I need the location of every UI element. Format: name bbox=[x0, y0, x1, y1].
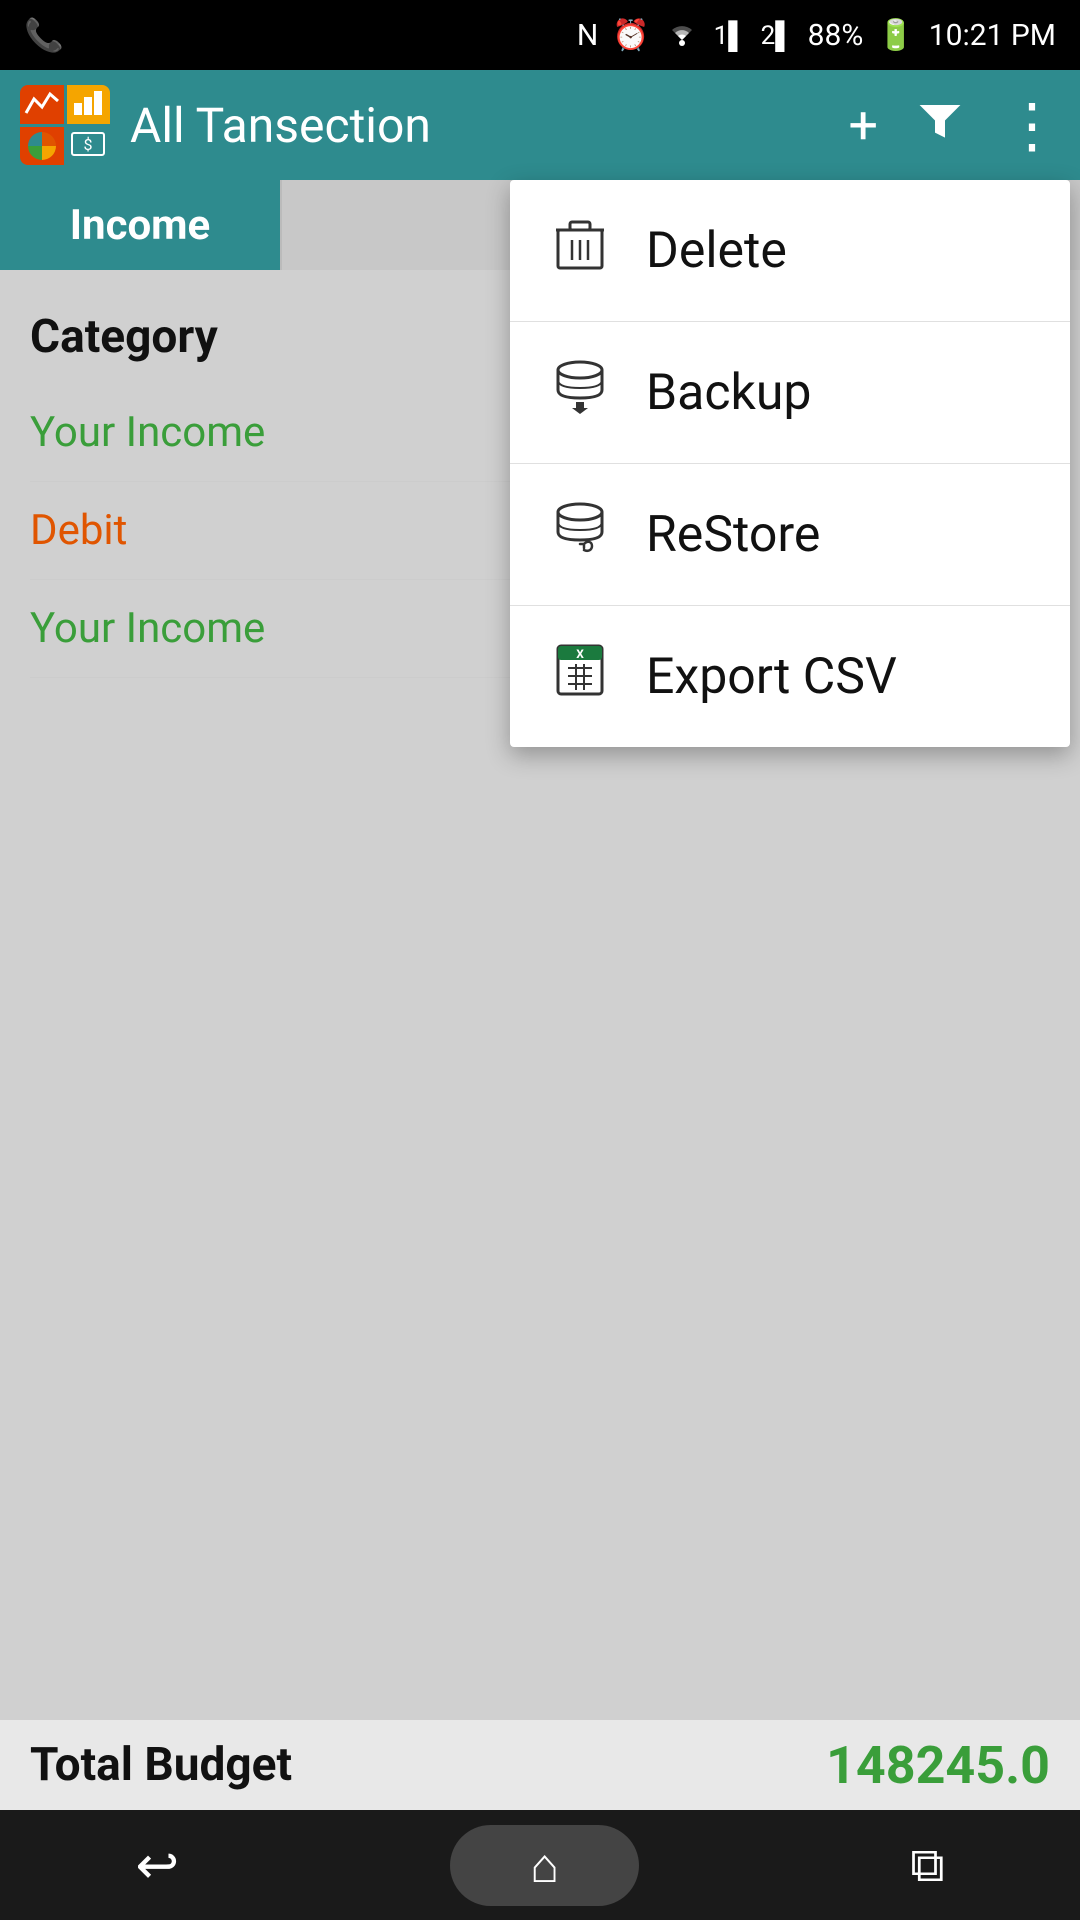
dropdown-menu: Delete Backup bbox=[510, 180, 1070, 747]
delete-icon bbox=[550, 216, 610, 285]
delete-label: Delete bbox=[646, 222, 787, 280]
menu-item-backup[interactable]: Backup bbox=[510, 322, 1070, 464]
export-csv-icon: X bbox=[550, 642, 610, 711]
restore-icon bbox=[550, 500, 610, 569]
restore-label: ReStore bbox=[646, 506, 820, 564]
menu-item-restore[interactable]: ReStore bbox=[510, 464, 1070, 606]
dropdown-overlay: Delete Backup bbox=[0, 0, 1080, 1920]
svg-text:X: X bbox=[576, 647, 584, 661]
backup-label: Backup bbox=[646, 364, 812, 422]
menu-item-export-csv[interactable]: X Export CSV bbox=[510, 606, 1070, 747]
export-csv-label: Export CSV bbox=[646, 648, 897, 706]
menu-item-delete[interactable]: Delete bbox=[510, 180, 1070, 322]
backup-icon bbox=[550, 358, 610, 427]
